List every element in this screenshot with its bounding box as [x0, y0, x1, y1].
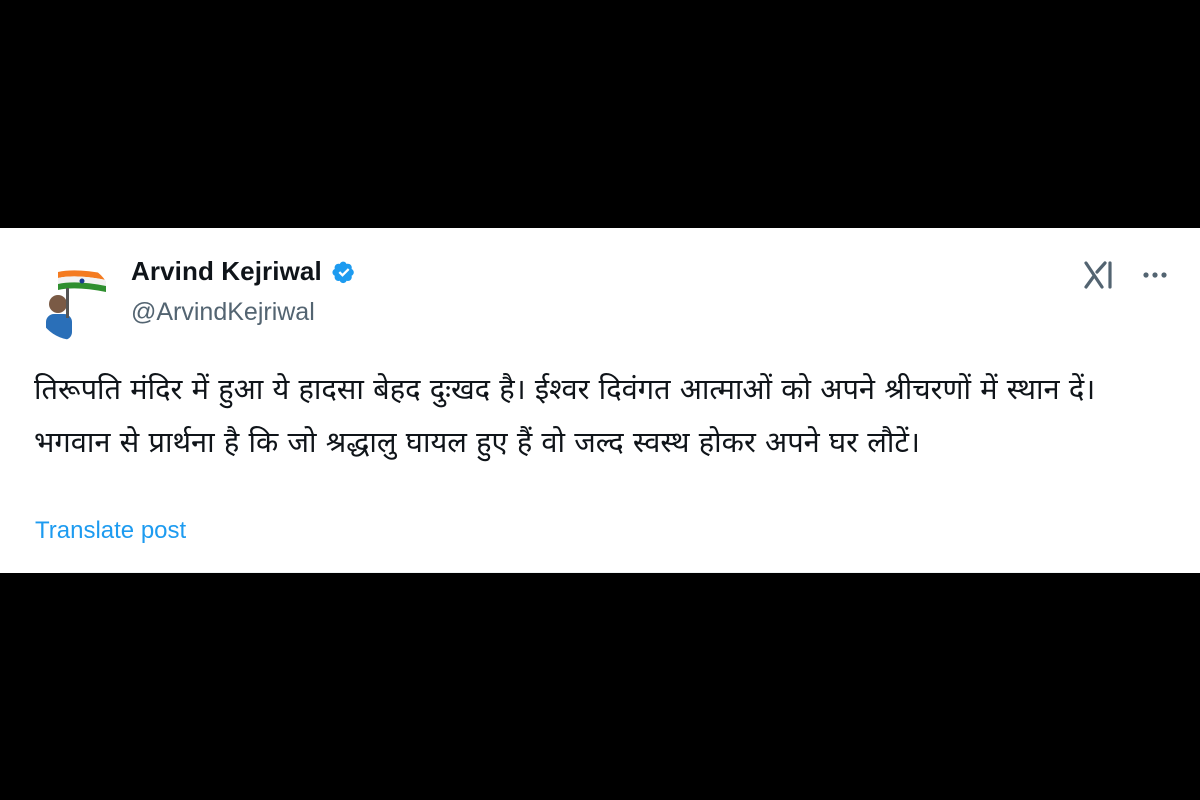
xai-grok-icon[interactable]	[1082, 258, 1116, 292]
author-name[interactable]: Arvind Kejriwal	[131, 256, 322, 287]
post-top-actions	[1082, 258, 1170, 292]
translate-post-link[interactable]: Translate post	[35, 517, 186, 545]
author-handle[interactable]: @ArvindKejriwal	[131, 298, 315, 327]
post-card: Arvind Kejriwal @ArvindKejriwal तिरूपति …	[0, 228, 1200, 573]
card-divider	[60, 572, 1140, 573]
screenshot-frame: Arvind Kejriwal @ArvindKejriwal तिरूपति …	[0, 0, 1200, 800]
verified-badge-icon[interactable]	[330, 258, 358, 286]
author-avatar[interactable]	[36, 264, 112, 340]
post-text: तिरूपति मंदिर में हुआ ये हादसा बेहद दुःख…	[34, 372, 1096, 459]
avatar-image	[36, 264, 112, 340]
author-name-row: Arvind Kejriwal	[131, 256, 358, 287]
more-options-icon[interactable]	[1140, 260, 1170, 290]
